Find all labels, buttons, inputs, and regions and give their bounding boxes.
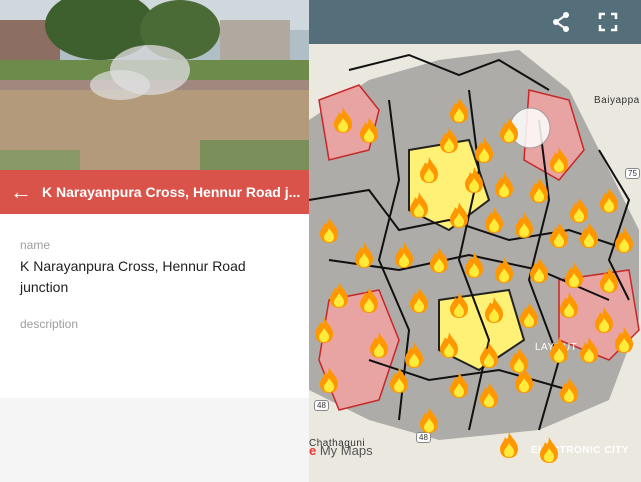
fire-icon[interactable]	[537, 436, 561, 464]
fire-icon[interactable]	[597, 266, 621, 294]
name-label: name	[20, 238, 51, 252]
fire-icon[interactable]	[477, 341, 501, 369]
fire-icon[interactable]	[472, 136, 496, 164]
fire-icon[interactable]	[417, 156, 441, 184]
fire-icon[interactable]	[527, 256, 551, 284]
fire-icon[interactable]	[562, 261, 586, 289]
fire-icon[interactable]	[427, 246, 451, 274]
fire-icon[interactable]	[577, 336, 601, 364]
fire-icon[interactable]	[447, 291, 471, 319]
fire-icon[interactable]	[512, 366, 536, 394]
panel-footer	[0, 398, 309, 482]
fire-icon[interactable]	[437, 126, 461, 154]
fire-icon[interactable]	[477, 381, 501, 409]
fire-icon[interactable]	[597, 186, 621, 214]
fire-icon[interactable]	[407, 191, 431, 219]
fire-icon[interactable]	[557, 291, 581, 319]
road-shield: 48	[314, 400, 329, 411]
fire-icon[interactable]	[577, 221, 601, 249]
back-button[interactable]: ←	[0, 170, 42, 214]
fire-icon[interactable]	[612, 326, 636, 354]
fire-icon[interactable]	[547, 336, 571, 364]
fire-icon[interactable]	[417, 406, 441, 434]
name-value: K Narayanpura Cross, Hennur Road junctio…	[20, 258, 246, 295]
fire-icon[interactable]	[407, 286, 431, 314]
fire-icon[interactable]	[612, 226, 636, 254]
fire-icon[interactable]	[557, 376, 581, 404]
map-label-baiyappa: Baiyappa	[594, 95, 640, 106]
fire-icon[interactable]	[497, 431, 521, 459]
fire-icon[interactable]	[437, 331, 461, 359]
fire-icon[interactable]	[462, 251, 486, 279]
fire-icon[interactable]	[352, 241, 376, 269]
fire-icon[interactable]	[547, 221, 571, 249]
place-details: name K Narayanpura Cross, Hennur Road ju…	[0, 214, 309, 398]
title-bar: ← K Narayanpura Cross, Hennur Road j...	[0, 170, 309, 214]
fire-icon[interactable]	[567, 196, 591, 224]
fire-icon[interactable]	[482, 296, 506, 324]
fire-icon[interactable]	[482, 206, 506, 234]
fire-icon[interactable]	[447, 371, 471, 399]
share-icon[interactable]	[549, 10, 573, 34]
fire-icon[interactable]	[527, 176, 551, 204]
fire-icon[interactable]	[447, 96, 471, 124]
fire-icon[interactable]	[512, 211, 536, 239]
fire-icon[interactable]	[492, 256, 516, 284]
description-label: description	[20, 317, 79, 331]
fire-icon[interactable]	[392, 241, 416, 269]
fire-icon[interactable]	[312, 316, 336, 344]
fire-icon[interactable]	[462, 166, 486, 194]
map-header	[309, 0, 641, 44]
page-title: K Narayanpura Cross, Hennur Road j...	[42, 184, 301, 200]
place-photo	[0, 0, 309, 170]
map-view[interactable]: Baiyappa ELECTRONIC CITY LAYOUT Chathagu…	[309, 0, 641, 482]
fire-icon[interactable]	[327, 281, 351, 309]
fire-icon[interactable]	[517, 301, 541, 329]
fire-icon[interactable]	[357, 286, 381, 314]
fire-icon[interactable]	[492, 171, 516, 199]
fire-icon[interactable]	[497, 116, 521, 144]
fire-icon[interactable]	[317, 366, 341, 394]
fullscreen-icon[interactable]	[596, 10, 620, 34]
fire-icon[interactable]	[447, 201, 471, 229]
fire-icon[interactable]	[387, 366, 411, 394]
fire-icon[interactable]	[547, 146, 571, 174]
fire-icon[interactable]	[367, 331, 391, 359]
fire-icon[interactable]	[402, 341, 426, 369]
road-shield: 75	[625, 168, 640, 179]
google-my-maps-logo: e My Maps	[309, 443, 373, 458]
fire-icon[interactable]	[317, 216, 341, 244]
fire-icon[interactable]	[331, 106, 355, 134]
place-panel: ← K Narayanpura Cross, Hennur Road j... …	[0, 0, 309, 482]
fire-icon[interactable]	[357, 116, 381, 144]
